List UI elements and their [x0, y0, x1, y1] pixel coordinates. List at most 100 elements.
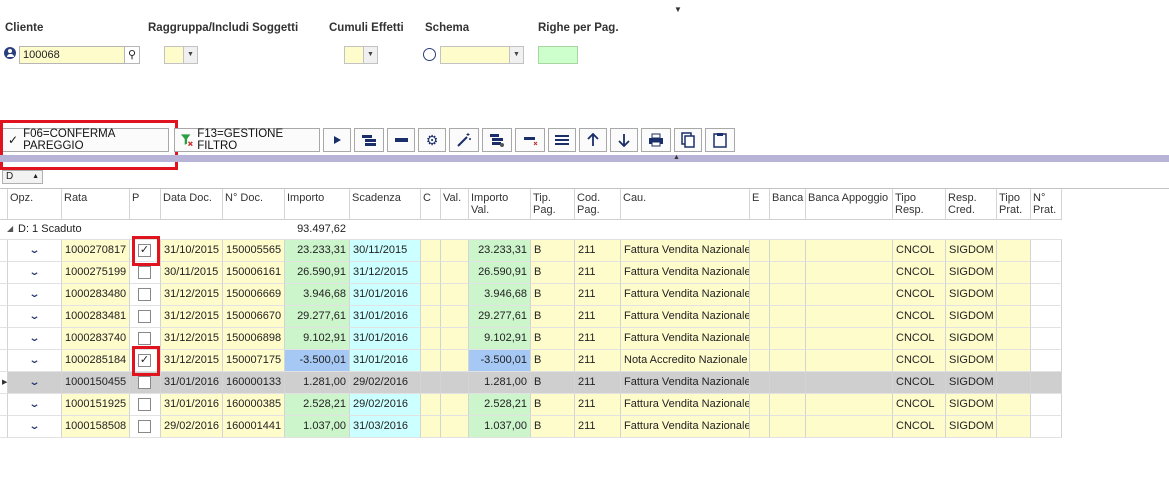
row-checkbox[interactable]	[138, 420, 151, 433]
row-checkbox[interactable]	[138, 288, 151, 301]
cell-opz[interactable]: ⌄	[8, 284, 62, 306]
column-header[interactable]: Banca Appoggio	[806, 189, 893, 220]
cell-impval: 3.946,68	[469, 284, 531, 306]
chevron-down-icon[interactable]: ▼	[183, 47, 197, 63]
print-button[interactable]	[641, 128, 671, 152]
chevron-down-icon[interactable]: ⌄	[8, 416, 61, 437]
column-header[interactable]: Data Doc.	[161, 189, 223, 220]
chevron-down-icon[interactable]: ⌄	[8, 240, 61, 261]
move-down-button[interactable]	[610, 128, 638, 152]
cell-banca	[770, 328, 806, 350]
cell-ndoc: 150006161	[223, 262, 285, 284]
cell-cau: Fattura Vendita Nazionale	[621, 372, 750, 394]
column-header[interactable]: Val.	[441, 189, 469, 220]
cell-c	[421, 284, 441, 306]
menu-button[interactable]	[548, 128, 576, 152]
column-header[interactable]: Cau.	[621, 189, 750, 220]
chevron-down-icon[interactable]: ▼	[674, 5, 682, 14]
group-expand-icon[interactable]: ◢	[7, 224, 13, 233]
cell-scad: 30/11/2015	[350, 240, 421, 262]
column-header[interactable]: P	[130, 189, 161, 220]
radio-button[interactable]	[423, 48, 436, 61]
cell-opz[interactable]: ⌄	[8, 240, 62, 262]
row-indicator[interactable]	[0, 394, 8, 416]
paste-button[interactable]	[705, 128, 735, 152]
cell-rcred: SIGDOM	[946, 416, 997, 438]
column-header[interactable]: Rata	[62, 189, 130, 220]
chevron-down-icon[interactable]: ⌄	[8, 394, 61, 415]
row-checkbox[interactable]	[138, 376, 151, 389]
chevron-down-icon[interactable]: ▼	[363, 47, 377, 63]
schema-select[interactable]: ▼	[440, 46, 524, 64]
search-icon[interactable]: ⚲	[124, 46, 140, 64]
chevron-down-icon[interactable]: ⌄	[8, 350, 61, 371]
chevron-down-icon[interactable]: ⌄	[8, 262, 61, 283]
chevron-down-icon[interactable]: ▼	[509, 47, 523, 63]
column-header[interactable]: Banca	[770, 189, 806, 220]
remove-group-button[interactable]	[515, 128, 545, 152]
column-header[interactable]: Tipo Resp.	[893, 189, 946, 220]
column-header[interactable]: N° Prat.	[1031, 189, 1062, 220]
chevron-down-icon[interactable]: ⌄	[8, 372, 61, 393]
cell-opz[interactable]: ⌄	[8, 328, 62, 350]
row-indicator[interactable]	[0, 350, 8, 372]
cell-p[interactable]	[130, 394, 161, 416]
column-header[interactable]: Resp. Cred.	[946, 189, 997, 220]
cell-val	[441, 262, 469, 284]
cumuli-select[interactable]: ▼	[344, 46, 378, 64]
cell-opz[interactable]: ⌄	[8, 306, 62, 328]
column-header[interactable]: Importo	[285, 189, 350, 220]
cell-opz[interactable]: ⌄	[8, 372, 62, 394]
column-header[interactable]: Opz.	[8, 189, 62, 220]
remove-group-icon	[524, 137, 538, 146]
copy-button[interactable]	[674, 128, 702, 152]
cell-p[interactable]	[130, 284, 161, 306]
column-header[interactable]: Cod. Pag.	[575, 189, 621, 220]
row-indicator[interactable]	[0, 306, 8, 328]
cell-opz[interactable]: ⌄	[8, 262, 62, 284]
cell-opz[interactable]: ⌄	[8, 416, 62, 438]
row-checkbox[interactable]	[138, 332, 151, 345]
cell-opz[interactable]: ⌄	[8, 394, 62, 416]
play-button[interactable]	[323, 128, 351, 152]
column-header[interactable]: C	[421, 189, 441, 220]
row-indicator[interactable]	[0, 416, 8, 438]
row-indicator[interactable]	[0, 284, 8, 306]
row-indicator[interactable]	[0, 262, 8, 284]
cell-p[interactable]	[130, 416, 161, 438]
splitter-bar[interactable]	[0, 155, 1169, 162]
chevron-down-icon[interactable]: ⌄	[8, 306, 61, 327]
collapse-groups-button[interactable]	[387, 128, 415, 152]
righe-per-pagina-input[interactable]	[538, 46, 578, 64]
cell-tresp: CNCOL	[893, 328, 946, 350]
cell-tprat	[997, 350, 1031, 372]
row-indicator[interactable]	[0, 240, 8, 262]
cell-opz[interactable]: ⌄	[8, 350, 62, 372]
column-header[interactable]: Tipo Prat.	[997, 189, 1031, 220]
group-settings-button[interactable]	[482, 128, 512, 152]
row-checkbox[interactable]	[138, 398, 151, 411]
chevron-down-icon[interactable]: ⌄	[8, 284, 61, 305]
gestione-filtro-button[interactable]: F13=GESTIONE FILTRO	[174, 128, 320, 152]
column-header[interactable]: N° Doc.	[223, 189, 285, 220]
group-by-box[interactable]: D ▲	[2, 170, 43, 184]
row-checkbox[interactable]	[138, 310, 151, 323]
chevron-down-icon[interactable]: ⌄	[8, 328, 61, 349]
expand-groups-button[interactable]	[354, 128, 384, 152]
row-checkbox[interactable]	[138, 266, 151, 279]
cell-cau: Fattura Vendita Nazionale	[621, 284, 750, 306]
settings-button[interactable]: ⚙	[418, 128, 446, 152]
raggruppa-select[interactable]: ▼	[164, 46, 198, 64]
row-indicator[interactable]	[0, 328, 8, 350]
column-header[interactable]: E	[750, 189, 770, 220]
cell-importo: 9.102,91	[285, 328, 350, 350]
move-up-button[interactable]	[579, 128, 607, 152]
magic-wand-button[interactable]	[449, 128, 479, 152]
column-header[interactable]: Importo Val.	[469, 189, 531, 220]
cliente-input[interactable]: 100068	[19, 46, 125, 64]
cell-p[interactable]	[130, 306, 161, 328]
chevron-up-icon[interactable]: ▲	[673, 154, 680, 161]
column-header[interactable]: Tip. Pag.	[531, 189, 575, 220]
cell-ndoc: 150006898	[223, 328, 285, 350]
column-header[interactable]: Scadenza	[350, 189, 421, 220]
